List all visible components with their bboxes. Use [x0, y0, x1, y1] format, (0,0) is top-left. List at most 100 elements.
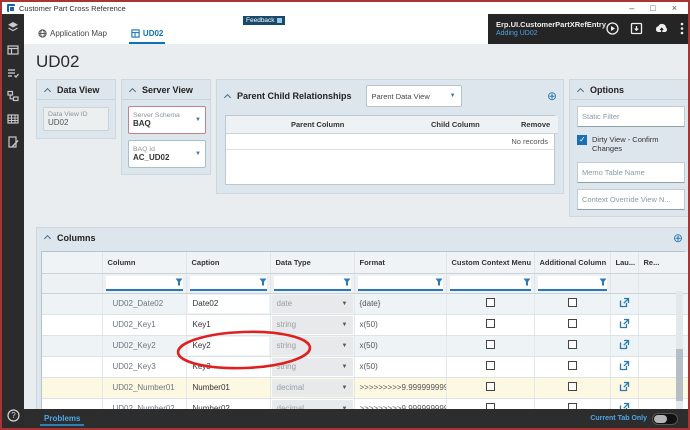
flow-icon[interactable] — [7, 90, 19, 102]
document-edit-icon[interactable] — [7, 136, 19, 148]
caption-cell[interactable]: Number01 — [186, 377, 270, 398]
grid-filter-input[interactable] — [274, 276, 343, 289]
table-row[interactable]: UD02_Key2Key2string▼x(50) — [42, 335, 688, 356]
format-cell[interactable]: {date} — [354, 293, 446, 314]
grid-filter-input[interactable] — [538, 276, 599, 289]
row-selector[interactable] — [42, 314, 102, 335]
row-selector[interactable] — [42, 335, 102, 356]
launch-cell[interactable] — [610, 356, 638, 377]
memo-table-name-input[interactable] — [577, 162, 685, 183]
format-cell[interactable]: x(50) — [354, 335, 446, 356]
baq-id-dropdown[interactable]: BAQ IdAC_UD02 ▼ — [128, 140, 206, 168]
format-cell[interactable]: >>>>>>>>>9.999999999 — [354, 398, 446, 409]
navigation-tree-icon[interactable] — [7, 44, 19, 56]
context-override-input[interactable] — [577, 189, 685, 210]
additional-column-checkbox[interactable] — [568, 340, 577, 349]
tab-ud02[interactable]: UD02 — [129, 26, 165, 44]
data-type-dropdown[interactable]: decimal▼ — [270, 398, 354, 409]
table-row[interactable]: UD02_Key3Key3string▼x(50) — [42, 356, 688, 377]
additional-column-checkbox[interactable] — [568, 382, 577, 391]
launch-icon[interactable] — [619, 402, 630, 409]
caption-cell[interactable]: Key2 — [186, 335, 270, 356]
data-type-dropdown[interactable]: string▼ — [270, 356, 354, 377]
format-cell[interactable]: x(50) — [354, 314, 446, 335]
additional-column-checkbox[interactable] — [568, 319, 577, 328]
custom-context-menu-checkbox[interactable] — [486, 298, 495, 307]
launch-icon[interactable] — [619, 339, 630, 350]
maximize-button[interactable]: □ — [650, 3, 655, 13]
data-type-dropdown[interactable]: string▼ — [270, 335, 354, 356]
tab-application-map[interactable]: Application Map — [36, 26, 109, 44]
table-row[interactable]: UD02_Date02Date02date▼{date} — [42, 293, 688, 314]
launch-icon[interactable] — [619, 297, 630, 308]
current-tab-only-toggle[interactable] — [652, 413, 678, 425]
feedback-badge[interactable]: Feedback — [243, 16, 285, 25]
custom-context-menu-checkbox[interactable] — [486, 319, 495, 328]
add-column-icon[interactable]: ⊕ — [673, 233, 683, 243]
overflow-menu-icon[interactable] — [680, 22, 684, 37]
parent-data-view-dropdown[interactable]: Parent Data View ▼ — [366, 85, 462, 107]
add-relationship-icon[interactable]: ⊕ — [547, 91, 557, 101]
grid-filter-input[interactable] — [358, 276, 435, 289]
additional-column-checkbox[interactable] — [568, 298, 577, 307]
custom-context-menu-checkbox[interactable] — [486, 361, 495, 370]
launch-icon[interactable] — [619, 381, 630, 392]
help-icon[interactable]: ? — [7, 409, 20, 422]
collapse-chevron-icon[interactable] — [224, 93, 231, 100]
layers-icon[interactable] — [7, 21, 19, 33]
launch-icon[interactable] — [619, 360, 630, 371]
grid-filter-input[interactable] — [190, 276, 259, 289]
custom-context-menu-checkbox[interactable] — [486, 403, 495, 409]
collapse-chevron-icon[interactable] — [129, 87, 136, 94]
filter-funnel-icon[interactable] — [523, 278, 531, 286]
launch-cell[interactable] — [610, 398, 638, 409]
launch-cell[interactable] — [610, 335, 638, 356]
row-selector[interactable] — [42, 293, 102, 314]
filter-funnel-icon[interactable] — [435, 278, 443, 286]
grid-scrollbar[interactable] — [676, 291, 683, 409]
filter-funnel-icon[interactable] — [599, 278, 607, 286]
caption-cell[interactable]: Date02 — [186, 293, 270, 314]
save-layout-icon[interactable] — [630, 22, 643, 37]
dirty-view-checkbox[interactable] — [577, 135, 587, 145]
format-cell[interactable]: x(50) — [354, 356, 446, 377]
grid-filter-input[interactable] — [450, 276, 523, 289]
additional-column-checkbox[interactable] — [568, 403, 577, 409]
minimize-button[interactable]: – — [629, 3, 634, 13]
additional-column-checkbox[interactable] — [568, 361, 577, 370]
list-check-icon[interactable] — [7, 67, 19, 79]
scrollbar-thumb[interactable] — [676, 349, 683, 401]
custom-context-menu-checkbox[interactable] — [486, 382, 495, 391]
custom-context-menu-checkbox[interactable] — [486, 340, 495, 349]
filter-funnel-icon[interactable] — [259, 278, 267, 286]
static-filter-input[interactable] — [577, 106, 685, 127]
close-button[interactable]: × — [672, 3, 677, 13]
format-cell[interactable]: >>>>>>>>>9.999999999 — [354, 377, 446, 398]
launch-cell[interactable] — [610, 314, 638, 335]
filter-funnel-icon[interactable] — [175, 278, 183, 286]
launch-icon[interactable] — [619, 318, 630, 329]
table-row[interactable]: UD02_Number02Number02decimal▼>>>>>>>>>9.… — [42, 398, 688, 409]
data-type-dropdown[interactable]: decimal▼ — [270, 377, 354, 398]
table-row[interactable]: UD02_Number01Number01decimal▼>>>>>>>>>9.… — [42, 377, 688, 398]
table-row[interactable]: UD02_Key1Key1string▼x(50) — [42, 314, 688, 335]
launch-cell[interactable] — [610, 293, 638, 314]
filter-funnel-icon[interactable] — [343, 278, 351, 286]
collapse-chevron-icon[interactable] — [44, 235, 51, 242]
data-type-dropdown[interactable]: string▼ — [270, 314, 354, 335]
grid-filter-input[interactable] — [106, 276, 175, 289]
caption-cell[interactable]: Key3 — [186, 356, 270, 377]
grid-icon[interactable] — [7, 113, 19, 125]
debug-play-icon[interactable] — [606, 22, 619, 37]
collapse-chevron-icon[interactable] — [577, 87, 584, 94]
caption-cell[interactable]: Number02 — [186, 398, 270, 409]
launch-cell[interactable] — [610, 377, 638, 398]
row-selector[interactable] — [42, 356, 102, 377]
row-selector[interactable] — [42, 398, 102, 409]
publish-cloud-icon[interactable] — [654, 22, 669, 37]
server-schema-dropdown[interactable]: Server SchemaBAQ ▼ — [128, 106, 206, 134]
caption-cell[interactable]: Key1 — [186, 314, 270, 335]
collapse-chevron-icon[interactable] — [44, 87, 51, 94]
data-type-dropdown[interactable]: date▼ — [270, 293, 354, 314]
tab-problems[interactable]: Problems — [40, 412, 84, 426]
